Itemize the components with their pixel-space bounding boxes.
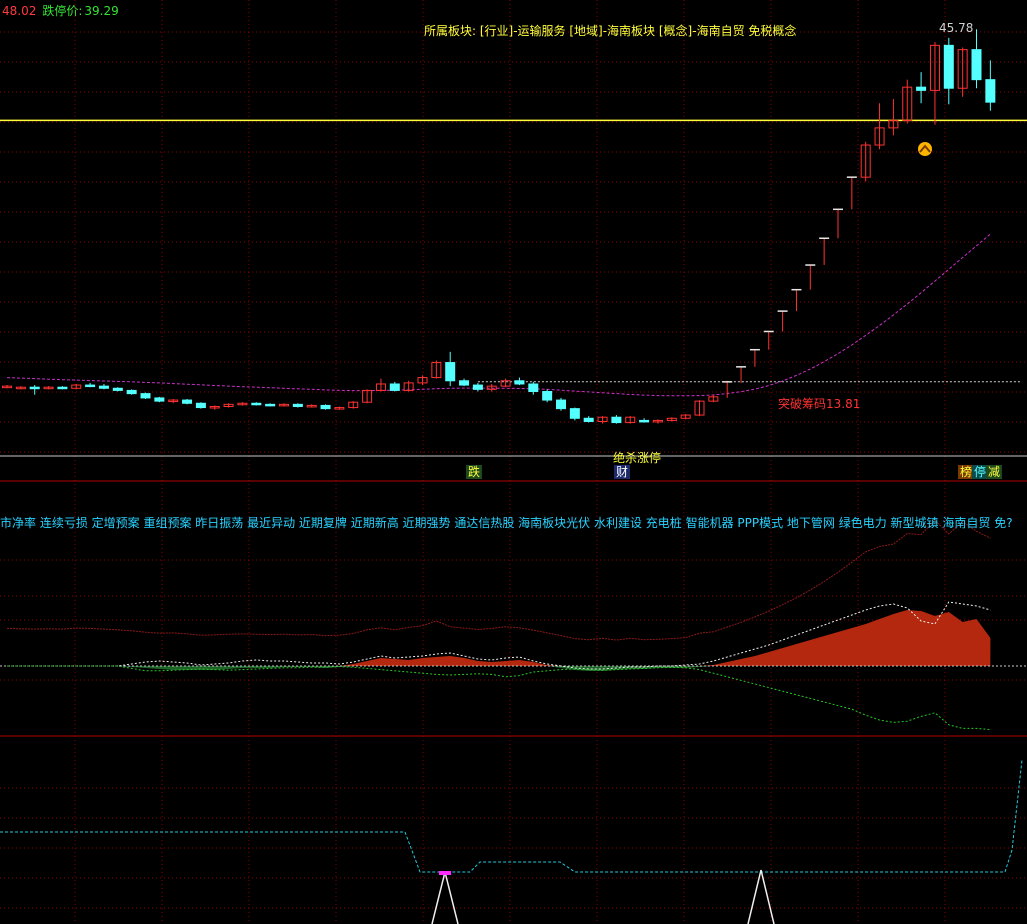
candle-body <box>29 386 40 390</box>
signal-spike <box>431 871 459 924</box>
candle-body <box>389 383 400 391</box>
candlestick-panel[interactable] <box>0 29 1027 424</box>
candle-body <box>542 390 553 401</box>
candle-body <box>569 408 580 419</box>
oscillator-panel[interactable] <box>0 759 1023 924</box>
money-inflow-area <box>7 610 991 666</box>
signal-marker <box>439 871 451 875</box>
money-flow-panel[interactable] <box>0 519 1027 731</box>
candle-body <box>583 417 594 422</box>
candle-body <box>85 384 96 388</box>
candle-body <box>611 416 622 424</box>
candle-body <box>154 397 165 402</box>
limit-up-value: 48.02 <box>2 4 37 18</box>
candle-body <box>528 383 539 392</box>
limit-down-value: 39.29 <box>84 4 119 18</box>
oscillator-line <box>0 759 1023 873</box>
candle-body <box>182 399 193 404</box>
moving-average-line <box>6 233 991 397</box>
tag-drop[interactable]: 跌 <box>466 465 483 479</box>
up-arrow-icon <box>918 142 932 156</box>
candle-body <box>943 44 954 89</box>
candle-body <box>985 79 996 103</box>
candle-body <box>556 399 566 410</box>
price-limit-readout: 48.02 跌停价: 39.29 <box>2 4 119 18</box>
limit-up-streak-label: 绝杀涨停 <box>613 450 661 465</box>
tag-finance[interactable]: 财 <box>614 465 631 479</box>
candle-body <box>292 403 303 407</box>
high-price-label: 45.78 <box>939 21 973 35</box>
candle-body <box>971 49 982 81</box>
candle-body <box>459 380 470 386</box>
candle-body <box>126 389 137 395</box>
candle-body <box>472 384 483 390</box>
lower-band-line <box>7 665 991 731</box>
sector-info: 所属板块: [行业]-运输服务 [地域]-海南板块 [概念]-海南自贸 免税概念 <box>424 24 797 38</box>
concept-tags-bar[interactable]: 市净率 连续亏损 定增预案 重组预案 昨日振荡 最近异动 近期复牌 近期新高 近… <box>0 516 1013 530</box>
candle-body <box>445 362 456 382</box>
candle-body <box>639 419 650 423</box>
breakout-chip-label: 突破筹码13.81 <box>778 396 860 411</box>
candle-body <box>265 403 276 407</box>
tag-reduce[interactable]: 减 <box>986 465 1003 479</box>
candle-body <box>195 402 206 409</box>
candle-body <box>916 86 927 91</box>
candle-body <box>98 385 109 389</box>
candle-body <box>251 402 262 406</box>
candle-body <box>514 380 525 385</box>
candle-body <box>140 393 151 399</box>
chart-grid <box>0 0 1027 924</box>
stock-chart-canvas: 45.78 突破筹码13.81 绝杀涨停 <box>0 0 1027 924</box>
price-trace-line <box>6 519 991 641</box>
candle-body <box>112 387 123 391</box>
candle-body <box>320 404 331 410</box>
candle-body <box>57 386 68 390</box>
money-outflow-area <box>7 666 991 671</box>
limit-down-label: 跌停价: <box>42 4 83 18</box>
